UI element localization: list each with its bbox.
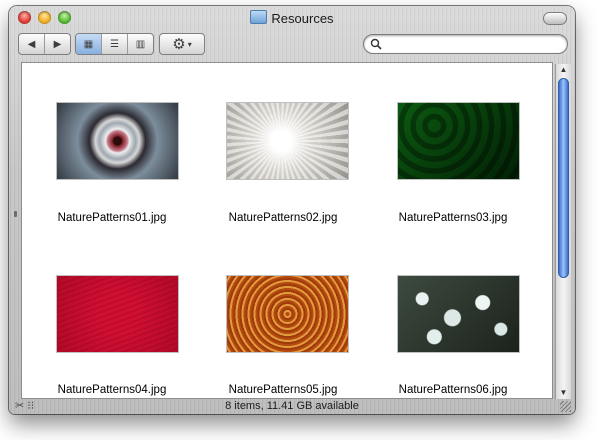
folder-icon bbox=[250, 10, 268, 24]
toolbar-toggle-button[interactable] bbox=[543, 12, 567, 25]
window-title: Resources bbox=[271, 11, 334, 26]
scroll-up-icon[interactable]: ▲ bbox=[556, 64, 571, 76]
file-thumbnail[interactable] bbox=[227, 276, 348, 352]
file-name[interactable]: NaturePatterns04.jpg bbox=[32, 384, 192, 396]
back-button[interactable]: ◀ bbox=[19, 34, 45, 54]
status-text: 8 items, 11.41 GB available bbox=[225, 400, 359, 412]
search-input[interactable] bbox=[386, 36, 562, 53]
file-name[interactable]: NaturePatterns01.jpg bbox=[32, 212, 192, 224]
navigation-segment: ◀ ▶ bbox=[18, 33, 71, 55]
title-bar[interactable]: Resources bbox=[9, 6, 575, 30]
icon-view-button[interactable]: ▦ bbox=[76, 34, 102, 54]
forward-button[interactable]: ▶ bbox=[45, 34, 70, 54]
file-thumbnail[interactable] bbox=[57, 276, 178, 352]
file-name[interactable]: NaturePatterns03.jpg bbox=[373, 212, 533, 224]
vertical-scrollbar[interactable]: ▲ ▼ bbox=[555, 64, 571, 399]
view-mode-segment: ▦ ☰ ▥ bbox=[75, 33, 154, 55]
forward-arrow-icon: ▶ bbox=[53, 38, 62, 50]
file-thumbnail[interactable] bbox=[398, 276, 519, 352]
gear-icon: ⚙ bbox=[172, 35, 186, 53]
status-bar: ✂ ⁝⁝ 8 items, 11.41 GB available bbox=[9, 399, 575, 414]
search-field[interactable] bbox=[363, 34, 568, 54]
column-view-icon: ▥ bbox=[135, 38, 146, 50]
list-view-icon: ☰ bbox=[110, 38, 119, 50]
file-icon-grid: NaturePatterns01.jpg NaturePatterns02.jp… bbox=[21, 62, 553, 399]
back-arrow-icon: ◀ bbox=[27, 38, 36, 50]
scroll-thumb[interactable] bbox=[558, 78, 569, 278]
file-thumbnail[interactable] bbox=[227, 103, 348, 179]
file-thumbnail[interactable] bbox=[398, 103, 519, 179]
sidebar-resize-handle[interactable] bbox=[14, 211, 17, 217]
icon-view-icon: ▦ bbox=[83, 38, 94, 50]
path-toggle-icon[interactable]: ✂ ⁝⁝ bbox=[15, 399, 34, 414]
file-name[interactable]: NaturePatterns06.jpg bbox=[373, 384, 533, 396]
column-view-button[interactable]: ▥ bbox=[128, 34, 153, 54]
list-view-button[interactable]: ☰ bbox=[102, 34, 128, 54]
file-thumbnail[interactable] bbox=[57, 103, 178, 179]
window-resize-grip-icon[interactable] bbox=[560, 401, 571, 412]
chevron-down-icon: ▾ bbox=[187, 39, 192, 49]
action-menu-button[interactable]: ⚙ ▾ bbox=[159, 33, 205, 55]
search-icon bbox=[370, 38, 382, 50]
scroll-down-icon[interactable]: ▼ bbox=[556, 387, 571, 399]
file-name[interactable]: NaturePatterns05.jpg bbox=[203, 384, 363, 396]
finder-window: Resources ◀ ▶ ▦ ☰ ▥ ⚙ ▾ NaturePatterns01… bbox=[9, 6, 575, 414]
toolbar: ◀ ▶ ▦ ☰ ▥ ⚙ ▾ bbox=[9, 30, 575, 60]
file-name[interactable]: NaturePatterns02.jpg bbox=[203, 212, 363, 224]
window-title-container: Resources bbox=[9, 10, 575, 26]
